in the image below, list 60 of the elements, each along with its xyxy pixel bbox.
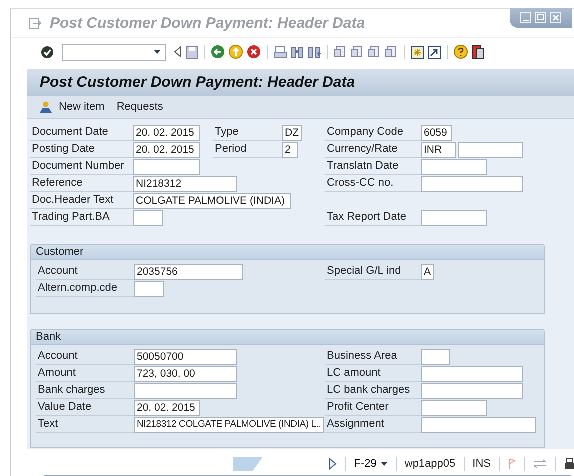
shortcut-icon[interactable] [428, 46, 441, 58]
window-controls[interactable] [510, 8, 572, 28]
new-item-button[interactable]: New item [39, 101, 105, 113]
help-icon[interactable] [454, 45, 468, 59]
minimize-icon[interactable] [520, 12, 532, 24]
dropdown-caret-icon [380, 462, 388, 466]
exit-up-icon[interactable] [229, 45, 243, 59]
input-field[interactable]: DZ [282, 124, 302, 140]
cancel-icon[interactable] [247, 45, 261, 59]
input-field[interactable]: 20. 02. 2015 [133, 142, 200, 158]
input-field[interactable] [421, 416, 536, 432]
flag-icon [508, 458, 516, 470]
input-field[interactable] [421, 382, 523, 398]
binoculars-icon[interactable] [291, 46, 304, 58]
input-field[interactable]: COLGATE PALMOLIVE (INDIA) [133, 192, 291, 208]
transaction-dropdown[interactable]: F-29 [354, 458, 388, 470]
group-title: Bank [31, 330, 544, 345]
input-field[interactable]: NI218312 [133, 176, 237, 192]
input-field[interactable]: 2 [282, 142, 298, 158]
menu-icon[interactable] [29, 18, 42, 28]
person-icon [39, 101, 53, 113]
input-field[interactable]: INR [421, 142, 456, 158]
transfer-icon [533, 459, 547, 469]
save-icon[interactable] [186, 46, 198, 58]
dropdown-caret-icon [154, 50, 161, 54]
requests-button[interactable]: Requests [116, 101, 164, 113]
input-field[interactable] [421, 366, 523, 382]
input-field[interactable]: 20. 02. 2015 [134, 400, 200, 416]
input-field[interactable]: A [421, 264, 434, 280]
print-icon[interactable] [274, 46, 287, 58]
expand-triangle-icon[interactable] [329, 458, 338, 470]
input-field[interactable]: 50050700 [134, 348, 237, 364]
input-field[interactable] [421, 176, 523, 192]
input-field[interactable] [133, 158, 200, 174]
input-field[interactable] [421, 348, 450, 364]
command-field[interactable] [62, 44, 166, 60]
layout-menu-icon[interactable] [472, 45, 484, 59]
binoculars-plus-icon[interactable] [308, 46, 321, 58]
input-field[interactable] [134, 382, 237, 398]
input-field[interactable] [458, 142, 523, 158]
screen-title: Post Customer Down Payment: Header Data [27, 69, 574, 96]
maximize-icon[interactable] [535, 12, 547, 24]
input-field[interactable]: 723, 030. 00 [134, 366, 237, 382]
input-field[interactable]: NI218312 COLGATE PALMOLIVE (INDIA) L.. [134, 416, 324, 432]
printer-icon [564, 458, 574, 470]
input-field[interactable]: 6059 [421, 124, 452, 140]
input-field[interactable]: 2035756 [134, 264, 243, 280]
back-triangle-icon[interactable] [174, 46, 182, 58]
input-field[interactable] [134, 280, 164, 296]
window-title: Post Customer Down Payment: Header Data [50, 14, 366, 32]
server-name: wp1app05 [404, 458, 456, 470]
close-icon[interactable] [550, 12, 562, 24]
input-field[interactable]: 20. 02. 2015 [133, 124, 200, 140]
input-field[interactable] [133, 210, 163, 226]
enter-check-icon[interactable] [41, 46, 54, 58]
group-title: Customer [31, 245, 544, 260]
input-mode: INS [472, 458, 491, 470]
input-field[interactable] [421, 400, 487, 416]
input-field[interactable] [421, 210, 487, 226]
input-field[interactable] [421, 158, 487, 174]
